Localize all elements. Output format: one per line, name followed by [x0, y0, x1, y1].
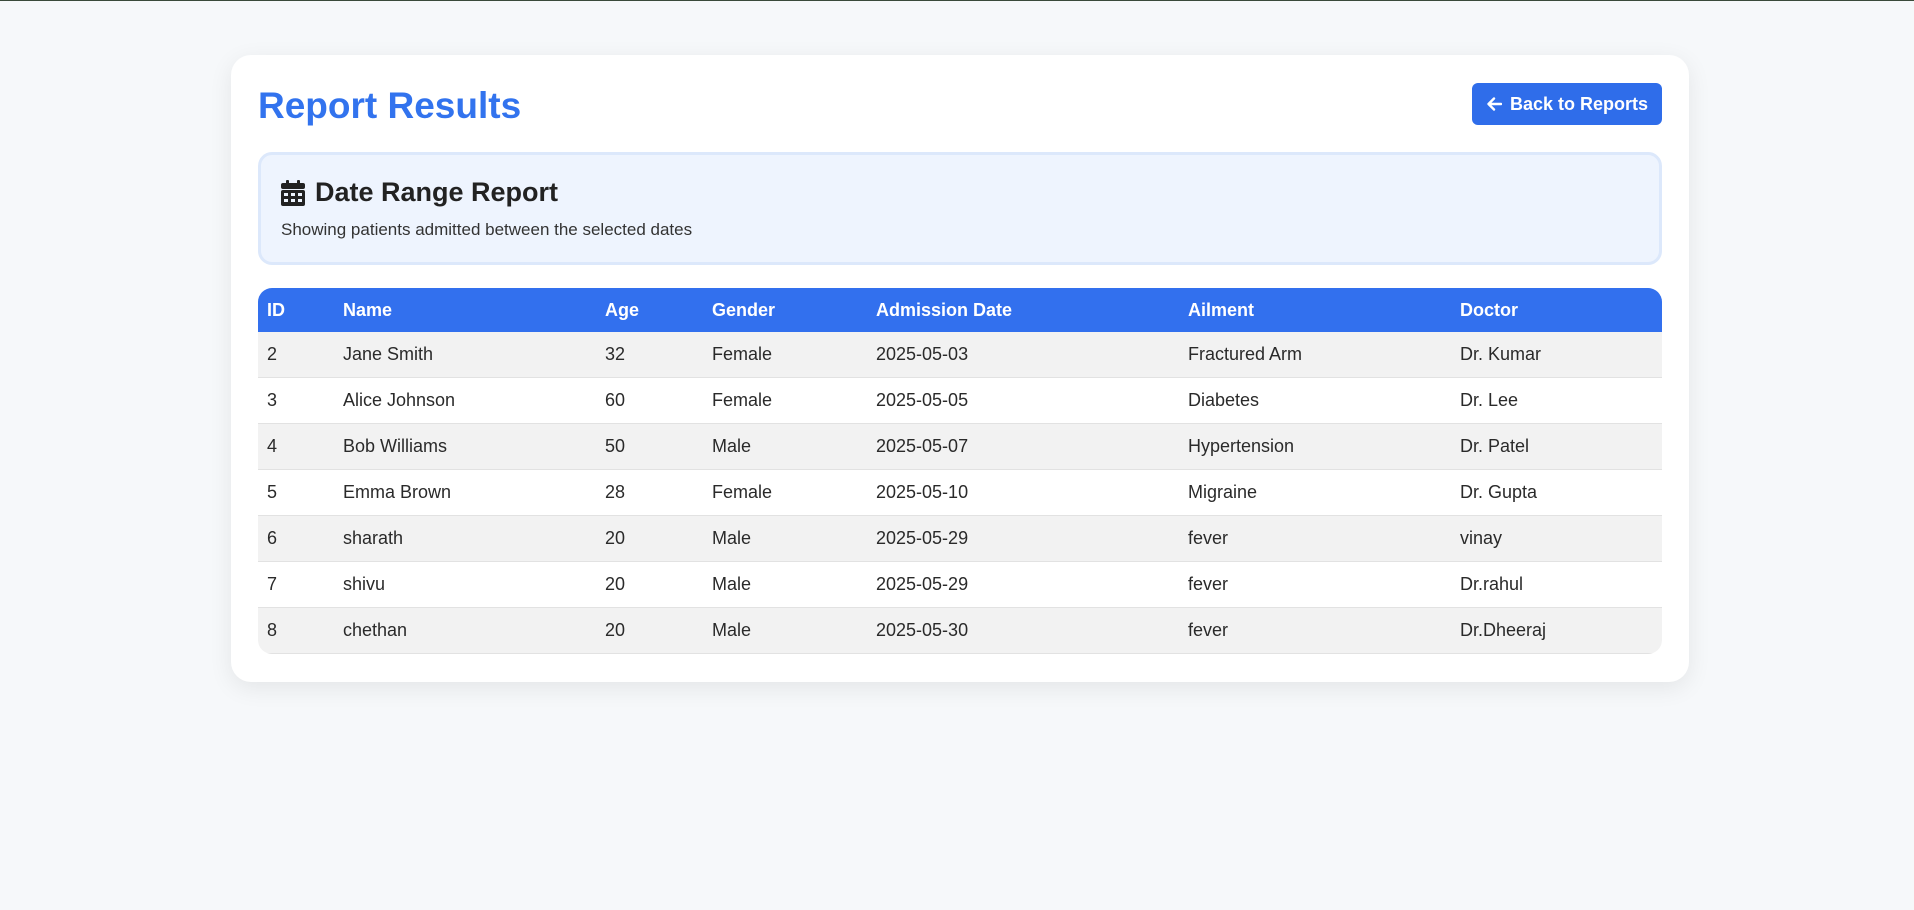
cell-id: 8 [258, 607, 334, 654]
table-row: 5 Emma Brown 28 Female 2025-05-10 Migrai… [258, 469, 1662, 516]
cell-age: 28 [596, 469, 703, 516]
cell-ailment: Hypertension [1179, 423, 1451, 470]
results-table: ID Name Age Gender Admission Date Ailmen… [258, 288, 1662, 654]
cell-id: 7 [258, 561, 334, 608]
cell-name: Emma Brown [334, 469, 596, 516]
cell-doctor: Dr. Patel [1451, 423, 1662, 470]
column-header-gender[interactable]: Gender [703, 288, 867, 332]
arrow-left-icon [1487, 97, 1502, 111]
cell-age: 50 [596, 423, 703, 470]
cell-admission-date: 2025-05-29 [867, 515, 1179, 562]
cell-age: 20 [596, 515, 703, 562]
report-card: Report Results Back to Reports Date Rang… [231, 55, 1689, 682]
table-row: 2 Jane Smith 32 Female 2025-05-03 Fractu… [258, 332, 1662, 378]
cell-doctor: Dr.rahul [1451, 561, 1662, 608]
results-table-wrapper: ID Name Age Gender Admission Date Ailmen… [258, 288, 1662, 654]
column-header-id[interactable]: ID [258, 288, 334, 332]
cell-doctor: Dr.Dheeraj [1451, 607, 1662, 654]
cell-name: chethan [334, 607, 596, 654]
cell-doctor: Dr. Lee [1451, 377, 1662, 424]
cell-doctor: Dr. Kumar [1451, 332, 1662, 378]
cell-gender: Female [703, 332, 867, 378]
cell-ailment: fever [1179, 561, 1451, 608]
cell-name: sharath [334, 515, 596, 562]
column-header-age[interactable]: Age [596, 288, 703, 332]
cell-ailment: Migraine [1179, 469, 1451, 516]
cell-admission-date: 2025-05-29 [867, 561, 1179, 608]
page-title: Report Results [258, 85, 522, 126]
cell-age: 60 [596, 377, 703, 424]
cell-age: 20 [596, 607, 703, 654]
cell-gender: Male [703, 515, 867, 562]
cell-gender: Female [703, 469, 867, 516]
cell-id: 5 [258, 469, 334, 516]
column-header-ailment[interactable]: Ailment [1179, 288, 1451, 332]
report-subtitle: Showing patients admitted between the se… [281, 220, 693, 239]
report-info-box: Date Range Report Showing patients admit… [258, 152, 1662, 265]
cell-name: Alice Johnson [334, 377, 596, 424]
column-header-doctor[interactable]: Doctor [1451, 288, 1662, 332]
report-header: Report Results Back to Reports [258, 83, 1662, 129]
table-row: 8 chethan 20 Male 2025-05-30 fever Dr.Dh… [258, 607, 1662, 654]
cell-id: 3 [258, 377, 334, 424]
cell-ailment: Diabetes [1179, 377, 1451, 424]
cell-name: shivu [334, 561, 596, 608]
cell-admission-date: 2025-05-07 [867, 423, 1179, 470]
table-row: 6 sharath 20 Male 2025-05-29 fever vinay [258, 515, 1662, 562]
cell-ailment: Fractured Arm [1179, 332, 1451, 378]
cell-gender: Male [703, 561, 867, 608]
back-button-label: Back to Reports [1509, 93, 1648, 114]
report-title-row: Date Range Report [281, 177, 558, 208]
top-border [0, 0, 1914, 1]
cell-admission-date: 2025-05-03 [867, 332, 1179, 378]
cell-ailment: fever [1179, 607, 1451, 654]
back-to-reports-button[interactable]: Back to Reports [1471, 83, 1662, 125]
column-header-name[interactable]: Name [334, 288, 596, 332]
cell-id: 2 [258, 332, 334, 378]
cell-ailment: fever [1179, 515, 1451, 562]
column-header-admission-date[interactable]: Admission Date [867, 288, 1179, 332]
cell-admission-date: 2025-05-30 [867, 607, 1179, 654]
cell-id: 6 [258, 515, 334, 562]
cell-admission-date: 2025-05-10 [867, 469, 1179, 516]
cell-gender: Male [703, 607, 867, 654]
cell-age: 20 [596, 561, 703, 608]
cell-age: 32 [596, 332, 703, 378]
cell-gender: Female [703, 377, 867, 424]
cell-name: Bob Williams [334, 423, 596, 470]
calendar-icon [281, 179, 305, 206]
cell-admission-date: 2025-05-05 [867, 377, 1179, 424]
report-title: Date Range Report [315, 177, 559, 207]
table-header-row: ID Name Age Gender Admission Date Ailmen… [258, 288, 1662, 332]
table-row: 4 Bob Williams 50 Male 2025-05-07 Hypert… [258, 423, 1662, 470]
table-row: 7 shivu 20 Male 2025-05-29 fever Dr.rahu… [258, 561, 1662, 608]
cell-doctor: vinay [1451, 515, 1662, 562]
table-row: 3 Alice Johnson 60 Female 2025-05-05 Dia… [258, 377, 1662, 424]
cell-doctor: Dr. Gupta [1451, 469, 1662, 516]
cell-id: 4 [258, 423, 334, 470]
cell-name: Jane Smith [334, 332, 596, 378]
cell-gender: Male [703, 423, 867, 470]
